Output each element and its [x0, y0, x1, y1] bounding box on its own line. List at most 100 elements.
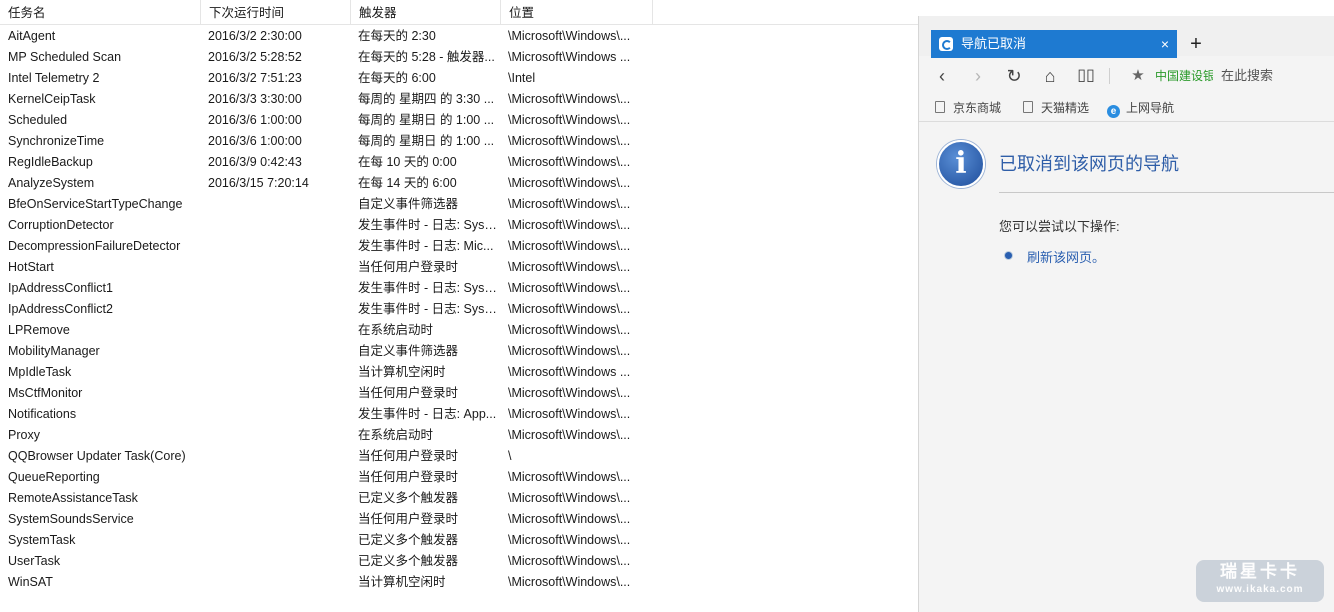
trigger-cell: 已定义多个触发器 — [358, 533, 459, 547]
trigger-cell: 在每天的 6:00 — [358, 71, 436, 85]
favorite-jd[interactable]: 京东商城 — [935, 94, 1001, 122]
table-row[interactable]: RemoteAssistanceTask 已定义多个触发器 \Microsoft\W… — [0, 488, 918, 509]
favorite-star-icon[interactable]: ★ — [1125, 58, 1151, 94]
trigger-cell: 在系统启动时 — [358, 323, 434, 337]
task-name-cell: MobilityManager — [8, 344, 100, 358]
table-row[interactable]: KernelCeipTask 2016/3/3 3:30:00 每周的 星期四 的 … — [0, 89, 918, 110]
task-name-cell: AitAgent — [8, 29, 56, 43]
watermark-url: www.ikaka.com — [1216, 584, 1304, 595]
bank-shortcut-link[interactable]: 中国建设银 — [1155, 58, 1213, 94]
location-cell: \Microsoft\Windows\... — [508, 281, 631, 295]
task-name-cell: RemoteAssistanceTask — [8, 491, 138, 505]
task-name-cell: IpAddressConflict2 — [8, 302, 113, 316]
favorites-bar: 京东商城 天猫精选 e 上网导航 — [919, 94, 1334, 122]
task-name-cell: QQBrowser Updater Task(Core) — [8, 449, 186, 463]
refresh-icon[interactable]: ↻ — [1001, 58, 1027, 94]
location-cell: \Microsoft\Windows\... — [508, 113, 631, 127]
reading-view-icon[interactable]: ▯▯ — [1073, 58, 1099, 94]
location-cell: \Microsoft\Windows\... — [508, 512, 631, 526]
table-row[interactable]: MP Scheduled Scan 2016/3/2 5:28:52 在每天的 5:… — [0, 47, 918, 68]
trigger-cell: 已定义多个触发器 — [358, 491, 459, 505]
task-name-cell: SystemSoundsService — [8, 512, 134, 526]
task-name-cell: Intel Telemetry 2 — [8, 71, 100, 85]
favorite-label: 天猫精选 — [1041, 101, 1090, 115]
task-name-cell: WinSAT — [8, 575, 53, 589]
bullet-icon — [1005, 252, 1012, 259]
location-cell: \Microsoft\Windows\... — [508, 470, 631, 484]
location-cell: \Microsoft\Windows\... — [508, 344, 631, 358]
table-row[interactable]: SystemTask 已定义多个触发器 \Microsoft\Windows\... — [0, 530, 918, 551]
location-cell: \Microsoft\Windows\... — [508, 323, 631, 337]
location-cell: \Microsoft\Windows\... — [508, 533, 631, 547]
task-name-cell: MpIdleTask — [8, 365, 72, 379]
page-title: 已取消到该网页的导航 — [999, 154, 1179, 174]
location-cell: \Microsoft\Windows\... — [508, 155, 631, 169]
table-row[interactable]: AitAgent 2016/3/2 2:30:00 在每天的 2:30 \Micros… — [0, 26, 918, 47]
table-row[interactable]: Notifications 发生事件时 - 日志: App... \Microsof… — [0, 404, 918, 425]
next-run-cell: 2016/3/6 1:00:00 — [208, 134, 302, 148]
table-row[interactable]: MobilityManager 自定义事件筛选器 \Microsoft\Window… — [0, 341, 918, 362]
task-name-cell: Notifications — [8, 407, 77, 421]
table-row[interactable]: Proxy 在系统启动时 \Microsoft\Windows\... — [0, 425, 918, 446]
table-row[interactable]: BfeOnServiceStartTypeChange 自定义事件筛选器 \Micr… — [0, 194, 918, 215]
refresh-page-link[interactable]: 刷新该网页。 — [1027, 247, 1105, 266]
tab-title: 导航已取消 — [961, 36, 1027, 51]
table-row[interactable]: IpAddressConflict2 发生事件时 - 日志: Syst... \Mi… — [0, 299, 918, 320]
trigger-cell: 发生事件时 - 日志: Mic... — [358, 239, 494, 253]
table-row[interactable]: AnalyzeSystem 2016/3/15 7:20:14 在每 14 天的 6… — [0, 173, 918, 194]
trigger-cell: 当任何用户登录时 — [358, 512, 459, 526]
trigger-cell: 发生事件时 - 日志: Syst... — [358, 281, 498, 295]
column-header-name[interactable]: 任务名 — [0, 0, 201, 24]
table-row[interactable]: SynchronizeTime 2016/3/6 1:00:00 每周的 星期日 的… — [0, 131, 918, 152]
favorite-tmall[interactable]: 天猫精选 — [1023, 94, 1089, 122]
table-row[interactable]: RegIdleBackup 2016/3/9 0:42:43 在每 10 天的 0:… — [0, 152, 918, 173]
forward-arrow-icon[interactable]: › — [965, 58, 991, 94]
table-row[interactable]: Intel Telemetry 2 2016/3/2 7:51:23 在每天的 6:… — [0, 68, 918, 89]
location-cell: \Microsoft\Windows\... — [508, 29, 631, 43]
watermark-title: 瑞星卡卡 — [1220, 562, 1300, 581]
column-header-next-run[interactable]: 下次运行时间 — [201, 0, 351, 24]
search-input[interactable]: 在此搜索 — [1221, 58, 1273, 94]
task-name-cell: RegIdleBackup — [8, 155, 93, 169]
table-row[interactable]: MsCtfMonitor 当任何用户登录时 \Microsoft\Windows\.… — [0, 383, 918, 404]
table-row[interactable]: LPRemove 在系统启动时 \Microsoft\Windows\... — [0, 320, 918, 341]
favorite-label: 京东商城 — [953, 101, 1002, 115]
table-row[interactable]: QQBrowser Updater Task(Core) 当任何用户登录时 \ — [0, 446, 918, 467]
next-run-cell: 2016/3/2 7:51:23 — [208, 71, 302, 85]
table-row[interactable]: HotStart 当任何用户登录时 \Microsoft\Windows\... — [0, 257, 918, 278]
column-header-trigger[interactable]: 触发器 — [351, 0, 501, 24]
table-row[interactable]: MpIdleTask 当计算机空闲时 \Microsoft\Windows ... — [0, 362, 918, 383]
table-row[interactable]: QueueReporting 当任何用户登录时 \Microsoft\Windows… — [0, 467, 918, 488]
location-cell: \Microsoft\Windows\... — [508, 428, 631, 442]
favorite-web-navigation[interactable]: e 上网导航 — [1107, 94, 1174, 122]
tab-navigation-cancelled[interactable]: 导航已取消 × — [931, 30, 1177, 58]
table-row[interactable]: Scheduled 2016/3/6 1:00:00 每周的 星期日 的 1:00 … — [0, 110, 918, 131]
trigger-cell: 在每 10 天的 0:00 — [358, 155, 457, 169]
table-row[interactable]: DecompressionFailureDetector 发生事件时 - 日志: … — [0, 236, 918, 257]
task-name-cell: BfeOnServiceStartTypeChange — [8, 197, 183, 211]
task-name-cell: KernelCeipTask — [8, 92, 96, 106]
table-row[interactable]: WinSAT 当计算机空闲时 \Microsoft\Windows\... — [0, 572, 918, 593]
new-tab-button[interactable]: + — [1183, 30, 1209, 58]
table-row[interactable]: SystemSoundsService 当任何用户登录时 \Microsoft\Wi… — [0, 509, 918, 530]
task-name-cell: MsCtfMonitor — [8, 386, 83, 400]
trigger-cell: 当计算机空闲时 — [358, 365, 446, 379]
next-run-cell: 2016/3/2 2:30:00 — [208, 29, 302, 43]
location-cell: \ — [508, 449, 512, 463]
home-icon[interactable]: ⌂ — [1037, 58, 1063, 94]
close-icon[interactable]: × — [1161, 30, 1169, 58]
task-name-cell: HotStart — [8, 260, 54, 274]
location-cell: \Microsoft\Windows ... — [508, 50, 631, 64]
next-run-cell: 2016/3/15 7:20:14 — [208, 176, 309, 190]
table-row[interactable]: IpAddressConflict1 发生事件时 - 日志: Syst... \Mi… — [0, 278, 918, 299]
page-content: i 已取消到该网页的导航 您可以尝试以下操作: 刷新该网页。 — [919, 122, 1334, 612]
task-name-cell: MP Scheduled Scan — [8, 50, 122, 64]
toolbar-divider — [1109, 68, 1110, 84]
location-cell: \Microsoft\Windows\... — [508, 575, 631, 589]
back-arrow-icon[interactable]: ‹ — [929, 58, 955, 94]
column-header-location[interactable]: 位置 — [501, 0, 653, 24]
task-name-cell: Scheduled — [8, 113, 68, 127]
ie-icon: e — [1107, 105, 1120, 118]
table-row[interactable]: UserTask 已定义多个触发器 \Microsoft\Windows\... — [0, 551, 918, 572]
table-row[interactable]: CorruptionDetector 发生事件时 - 日志: Syst... \Mi… — [0, 215, 918, 236]
